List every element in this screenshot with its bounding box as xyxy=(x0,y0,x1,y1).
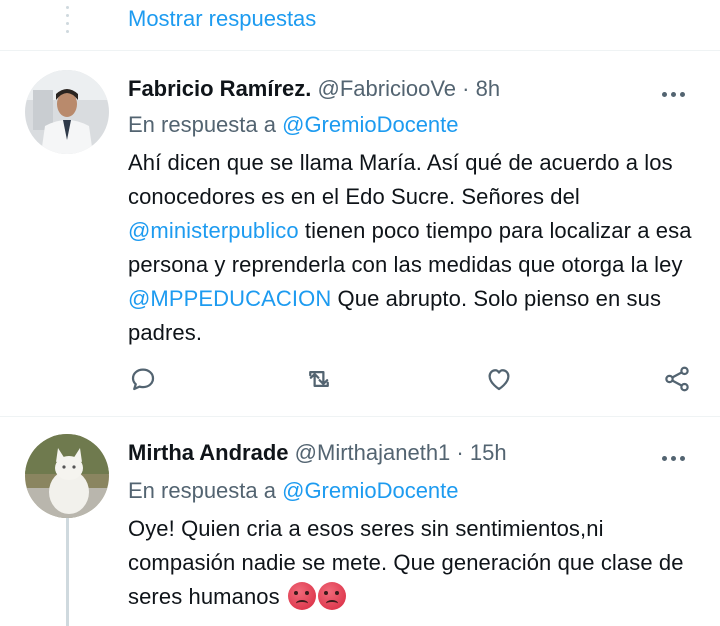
separator: · xyxy=(462,76,470,101)
timestamp[interactable]: 8h xyxy=(476,76,500,101)
angry-face-emoji xyxy=(287,582,316,610)
tweet-text-part: Ahí dicen que se llama María. Así qué de… xyxy=(128,150,673,209)
reply-context: En respuesta a @GremioDocente xyxy=(128,478,459,504)
avatar[interactable] xyxy=(25,70,109,154)
timestamp[interactable]: 15h xyxy=(470,440,507,465)
angry-face-emoji xyxy=(317,582,346,610)
divider xyxy=(0,416,720,417)
reply-context: En respuesta a @GremioDocente xyxy=(128,112,459,138)
show-replies-row[interactable]: Mostrar respuestas xyxy=(0,0,720,48)
author-handle[interactable]: @Mirthajaneth1 xyxy=(295,440,451,465)
separator: · xyxy=(456,440,464,465)
tweet[interactable]: Mirtha Andrade @Mirthajaneth1 · 15h En r… xyxy=(0,418,720,626)
author-handle[interactable]: @FabricioоVe xyxy=(318,76,457,101)
reply-icon[interactable] xyxy=(128,364,160,396)
reply-prefix: En respuesta a xyxy=(128,478,276,503)
author-name[interactable]: Mirtha Andrade xyxy=(128,440,289,465)
divider xyxy=(0,50,720,51)
reply-mention-link[interactable]: @GremioDocente xyxy=(282,478,458,503)
reply-prefix: En respuesta a xyxy=(128,112,276,137)
action-bar xyxy=(128,364,698,398)
thread-line xyxy=(66,516,69,626)
tweet-text-part: Oye! Quien cria a esos seres sin sentimi… xyxy=(128,516,684,609)
tweet[interactable]: Fabricio Ramírez. @FabricioоVe · 8h En r… xyxy=(0,52,720,416)
reply-mention-link[interactable]: @GremioDocente xyxy=(282,112,458,137)
retweet-icon[interactable] xyxy=(304,364,336,396)
author-name[interactable]: Fabricio Ramírez. xyxy=(128,76,311,101)
tweet-header: Mirtha Andrade @Mirthajaneth1 · 15h xyxy=(128,440,507,466)
tweet-text: Ahí dicen que se llama María. Así qué de… xyxy=(128,146,698,350)
share-icon[interactable] xyxy=(662,364,694,396)
avatar[interactable] xyxy=(25,434,109,518)
like-icon[interactable] xyxy=(484,364,516,396)
tweet-text: Oye! Quien cria a esos seres sin sentimi… xyxy=(128,512,698,614)
more-options-icon[interactable] xyxy=(662,84,692,104)
thread-dots xyxy=(66,6,70,36)
more-options-icon[interactable] xyxy=(662,448,692,468)
tweet-header: Fabricio Ramírez. @FabricioоVe · 8h xyxy=(128,76,500,102)
mention-link[interactable]: @ministerpublico xyxy=(128,218,299,243)
show-replies-link[interactable]: Mostrar respuestas xyxy=(128,6,316,32)
mention-link[interactable]: @MPPEDUCACION xyxy=(128,286,331,311)
